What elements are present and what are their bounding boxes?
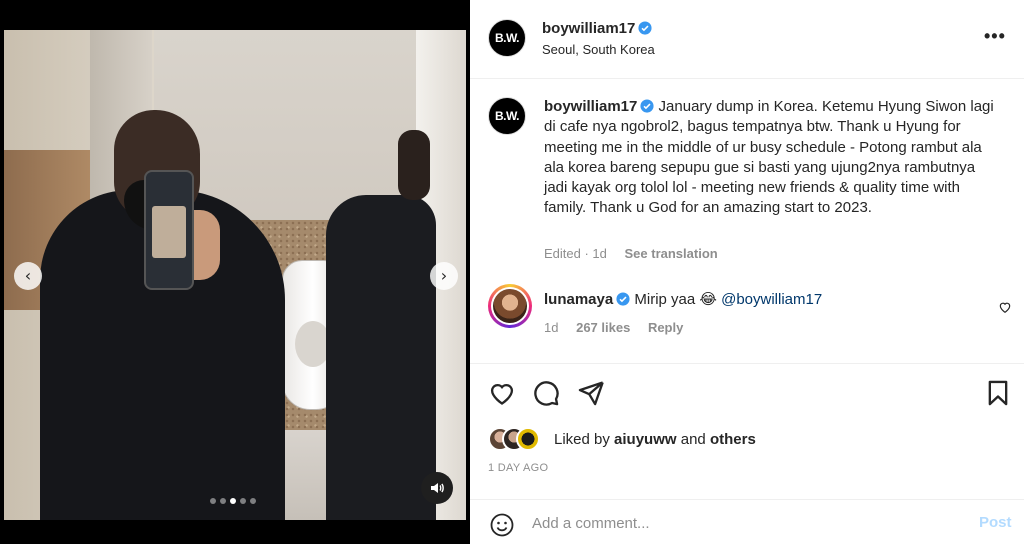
post-actions-section: Liked by aiuyuww and others 1 DAY AGO Po… <box>470 363 1024 544</box>
see-translation-button[interactable]: See translation <box>625 246 718 261</box>
bookmark-icon[interactable] <box>984 379 1012 407</box>
caption-edited-time: Edited · 1d <box>544 246 607 261</box>
second-person <box>326 195 436 520</box>
username[interactable]: boywilliam17 <box>542 20 635 37</box>
comment-text: Mirip yaa <box>634 291 696 308</box>
post-side-panel: B.W. boywilliam17 Seoul, South Korea •••… <box>470 0 1024 544</box>
username-link[interactable]: boywilliam17 <box>542 20 652 37</box>
liked-by-user-link[interactable]: aiuyuww <box>614 431 677 448</box>
caption-meta: Edited · 1d See translation <box>544 246 718 261</box>
avatar-logo-text: B.W. <box>495 109 520 123</box>
comment-body: lunamaya Mirip yaa 😂 @boywilliam17 <box>544 290 822 308</box>
share-icon[interactable] <box>577 379 605 407</box>
comment-like-heart-icon[interactable] <box>998 300 1012 314</box>
post-timestamp[interactable]: 1 DAY AGO <box>488 462 548 474</box>
caption-text: January dump in Korea. Ketemu Hyung Siwo… <box>544 98 994 217</box>
carousel-dot <box>250 498 256 504</box>
chevron-right-icon: › <box>440 266 448 285</box>
comment-time: 1d <box>544 320 559 335</box>
avatar[interactable]: B.W. <box>488 19 526 57</box>
more-options-button[interactable]: ••• <box>984 26 1006 47</box>
verified-badge-icon <box>640 99 654 113</box>
comment-mention-link[interactable]: @boywilliam17 <box>721 291 822 308</box>
comment-username[interactable]: lunamaya <box>544 291 613 308</box>
carousel-dot <box>220 498 226 504</box>
comment-emoji: 😂 <box>699 291 717 308</box>
previous-slide-button[interactable]: ‹ <box>14 262 42 290</box>
comment-reply-button[interactable]: Reply <box>648 320 683 335</box>
liker-avatar[interactable] <box>516 427 540 451</box>
more-icon: ••• <box>984 26 1006 46</box>
liked-by-text: Liked by aiuyuww and others <box>554 431 756 448</box>
liked-by-others-link[interactable]: others <box>710 431 756 448</box>
post-photo[interactable] <box>4 30 466 520</box>
next-slide-button[interactable]: › <box>430 262 458 290</box>
comment-meta: 1d 267 likes Reply <box>544 320 683 335</box>
carousel-dot <box>240 498 246 504</box>
caption-avatar[interactable]: B.W. <box>488 97 526 135</box>
post-media: ‹ › <box>0 0 470 544</box>
post-header: B.W. boywilliam17 Seoul, South Korea ••• <box>470 0 1024 79</box>
comment-icon[interactable] <box>532 379 560 407</box>
liked-by-prefix: Liked by <box>554 431 610 448</box>
liked-by-and: and <box>680 431 706 448</box>
verified-badge-icon <box>638 21 652 35</box>
caption-username[interactable]: boywilliam17 <box>544 98 637 115</box>
carousel-dot <box>210 498 216 504</box>
emoji-icon[interactable] <box>490 513 514 537</box>
heart-icon[interactable] <box>488 379 516 407</box>
caption-body: boywilliam17 January dump in Korea. Kete… <box>544 97 999 219</box>
comment-likes-link[interactable]: 267 likes <box>576 320 630 335</box>
phone <box>144 170 194 290</box>
verified-badge-icon <box>616 292 630 306</box>
speaker-icon <box>431 483 444 493</box>
sound-toggle-button[interactable] <box>421 472 453 504</box>
chevron-left-icon: ‹ <box>24 266 32 285</box>
commenter-avatar[interactable] <box>488 284 532 328</box>
carousel-indicator <box>210 498 256 506</box>
comment-input[interactable] <box>532 510 952 536</box>
post-comment-button[interactable]: Post <box>979 514 1012 531</box>
add-comment-bar: Post <box>470 499 1024 544</box>
second-person-head <box>398 130 430 200</box>
carousel-dot <box>230 498 236 504</box>
avatar-logo-text: B.W. <box>495 31 520 45</box>
post-location[interactable]: Seoul, South Korea <box>542 42 655 57</box>
